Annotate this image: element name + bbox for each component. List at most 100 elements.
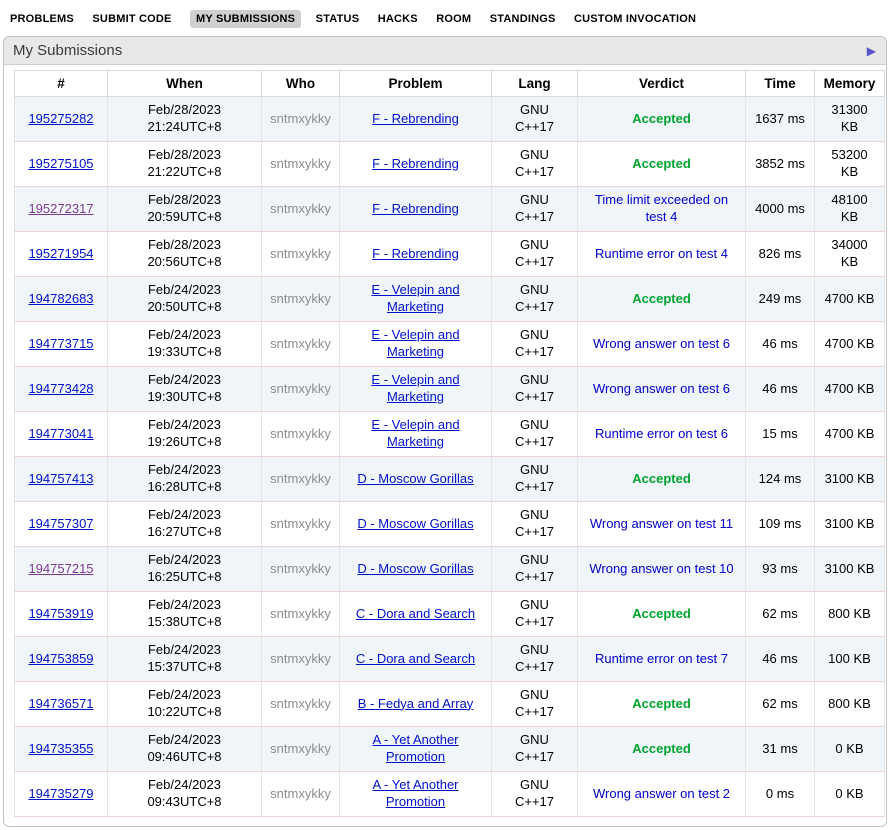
submission-id-link[interactable]: 194736571 [28,696,93,711]
submission-id-link[interactable]: 194735355 [28,741,93,756]
verdict-text[interactable]: Time limit exceeded on test 4 [595,192,728,224]
problem-link[interactable]: E - Velepin and Marketing [371,327,459,359]
problem-link[interactable]: F - Rebrending [372,246,459,261]
verdict-text[interactable]: Wrong answer on test 11 [590,516,733,531]
submission-when: Feb/28/202320:56UTC+8 [108,232,262,277]
user-link[interactable]: sntmxykky [270,561,331,576]
nav-item-room[interactable]: ROOM [436,13,471,25]
submission-time: 62 ms [746,592,815,637]
table-row: 194773715 Feb/24/202319:33UTC+8 sntmxykk… [15,322,885,367]
verdict-text[interactable]: Accepted [632,111,691,126]
verdict-text[interactable]: Accepted [632,471,691,486]
nav-item-status[interactable]: STATUS [316,13,360,25]
expand-arrow-icon[interactable]: ▶ [867,45,876,57]
col-header-time: Time [746,71,815,97]
verdict-text[interactable]: Wrong answer on test 6 [593,336,730,351]
table-row: 194753919 Feb/24/202315:38UTC+8 sntmxykk… [15,592,885,637]
submission-lang: GNU C++17 [492,142,578,187]
problem-link[interactable]: B - Fedya and Array [358,696,474,711]
submission-time: 31 ms [746,727,815,772]
submission-id-link[interactable]: 195275282 [28,111,93,126]
submission-id-link[interactable]: 194735279 [28,786,93,801]
user-link[interactable]: sntmxykky [270,336,331,351]
user-link[interactable]: sntmxykky [270,606,331,621]
submission-memory: 4700 KB [815,367,885,412]
problem-link[interactable]: D - Moscow Gorillas [357,471,473,486]
submissions-table: # When Who Problem Lang Verdict Time Mem… [14,70,885,817]
submission-time: 826 ms [746,232,815,277]
verdict-text[interactable]: Accepted [632,291,691,306]
verdict-text[interactable]: Accepted [632,741,691,756]
submission-when: Feb/24/202315:38UTC+8 [108,592,262,637]
submission-memory: 48100 KB [815,187,885,232]
problem-link[interactable]: F - Rebrending [372,156,459,171]
user-link[interactable]: sntmxykky [270,246,331,261]
nav-item-problems[interactable]: PROBLEMS [10,13,74,25]
user-link[interactable]: sntmxykky [270,111,331,126]
submission-id-link[interactable]: 194757215 [28,561,93,576]
submission-memory: 3100 KB [815,457,885,502]
submission-memory: 4700 KB [815,322,885,367]
verdict-text[interactable]: Runtime error on test 6 [595,426,728,441]
problem-link[interactable]: C - Dora and Search [356,651,475,666]
submission-when: Feb/24/202319:30UTC+8 [108,367,262,412]
user-link[interactable]: sntmxykky [270,426,331,441]
submission-memory: 34000 KB [815,232,885,277]
problem-link[interactable]: E - Velepin and Marketing [371,282,459,314]
submission-id-link[interactable]: 194782683 [28,291,93,306]
verdict-text[interactable]: Wrong answer on test 10 [589,561,733,576]
table-row: 194773428 Feb/24/202319:30UTC+8 sntmxykk… [15,367,885,412]
submission-time: 249 ms [746,277,815,322]
problem-link[interactable]: D - Moscow Gorillas [357,516,473,531]
user-link[interactable]: sntmxykky [270,516,331,531]
problem-link[interactable]: E - Velepin and Marketing [371,372,459,404]
submission-lang: GNU C++17 [492,277,578,322]
verdict-text[interactable]: Wrong answer on test 6 [593,381,730,396]
verdict-text[interactable]: Accepted [632,156,691,171]
problem-link[interactable]: F - Rebrending [372,111,459,126]
submission-when: Feb/24/202319:26UTC+8 [108,412,262,457]
verdict-text[interactable]: Accepted [632,696,691,711]
submission-id-link[interactable]: 194773715 [28,336,93,351]
problem-link[interactable]: A - Yet Another Promotion [372,777,458,809]
user-link[interactable]: sntmxykky [270,291,331,306]
verdict-text[interactable]: Accepted [632,606,691,621]
verdict-text[interactable]: Runtime error on test 7 [595,651,728,666]
user-link[interactable]: sntmxykky [270,201,331,216]
submission-time: 93 ms [746,547,815,592]
verdict-text[interactable]: Runtime error on test 4 [595,246,728,261]
problem-link[interactable]: E - Velepin and Marketing [371,417,459,449]
user-link[interactable]: sntmxykky [270,786,331,801]
nav-item-hacks[interactable]: HACKS [378,13,418,25]
submission-id-link[interactable]: 195271954 [28,246,93,261]
submission-id-link[interactable]: 194773041 [28,426,93,441]
user-link[interactable]: sntmxykky [270,381,331,396]
problem-link[interactable]: C - Dora and Search [356,606,475,621]
submission-time: 46 ms [746,322,815,367]
user-link[interactable]: sntmxykky [270,471,331,486]
problem-link[interactable]: F - Rebrending [372,201,459,216]
nav-item-standings[interactable]: STANDINGS [490,13,556,25]
user-link[interactable]: sntmxykky [270,156,331,171]
verdict-text[interactable]: Wrong answer on test 2 [593,786,730,801]
nav-item-submit-code[interactable]: SUBMIT CODE [92,13,171,25]
submission-id-link[interactable]: 194753919 [28,606,93,621]
user-link[interactable]: sntmxykky [270,741,331,756]
user-link[interactable]: sntmxykky [270,696,331,711]
submission-id-link[interactable]: 194753859 [28,651,93,666]
submission-lang: GNU C++17 [492,187,578,232]
submission-id-link[interactable]: 195275105 [28,156,93,171]
submission-lang: GNU C++17 [492,322,578,367]
submission-id-link[interactable]: 194773428 [28,381,93,396]
problem-link[interactable]: A - Yet Another Promotion [372,732,458,764]
submission-id-link[interactable]: 195272317 [28,201,93,216]
nav-item-custom-invocation[interactable]: CUSTOM INVOCATION [574,13,696,25]
submission-time: 46 ms [746,367,815,412]
nav-item-my-submissions[interactable]: MY SUBMISSIONS [190,10,301,28]
submission-memory: 0 KB [815,727,885,772]
user-link[interactable]: sntmxykky [270,651,331,666]
submission-time: 109 ms [746,502,815,547]
submission-id-link[interactable]: 194757413 [28,471,93,486]
problem-link[interactable]: D - Moscow Gorillas [357,561,473,576]
submission-id-link[interactable]: 194757307 [28,516,93,531]
